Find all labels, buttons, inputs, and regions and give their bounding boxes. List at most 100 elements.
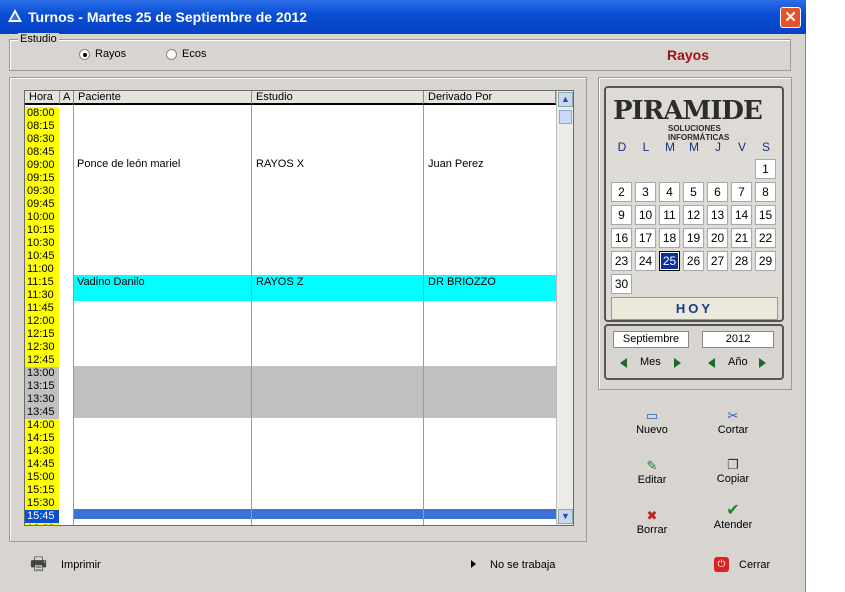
- hour-cell[interactable]: 14:45: [25, 458, 59, 471]
- header-a[interactable]: A: [60, 91, 74, 105]
- attended-cell[interactable]: [59, 445, 73, 458]
- calendar-day[interactable]: 23: [611, 251, 632, 271]
- scroll-up-icon[interactable]: ▲: [558, 92, 573, 107]
- attended-cell[interactable]: [59, 146, 73, 159]
- calendar-day[interactable]: 3: [635, 182, 656, 202]
- appointment-derivado[interactable]: DR BRIOZZO: [428, 276, 496, 288]
- next-year-icon[interactable]: [759, 358, 766, 368]
- hour-cell[interactable]: 12:30: [25, 341, 59, 354]
- hour-cell[interactable]: 10:45: [25, 250, 59, 263]
- cerrar-button[interactable]: Cerrar: [739, 559, 770, 571]
- calendar-day[interactable]: 25: [659, 251, 680, 271]
- hour-cell[interactable]: 15:45: [25, 510, 59, 523]
- attended-cell[interactable]: [59, 510, 73, 523]
- attended-cell[interactable]: [59, 289, 73, 302]
- hour-cell[interactable]: 09:45: [25, 198, 59, 211]
- appointment-estudio[interactable]: RAYOS Z: [256, 276, 303, 288]
- calendar-day[interactable]: 21: [731, 228, 752, 248]
- hour-cell[interactable]: 11:30: [25, 289, 59, 302]
- close-button[interactable]: ✕: [780, 7, 801, 28]
- scroll-down-icon[interactable]: ▼: [558, 509, 573, 524]
- hour-cell[interactable]: 10:30: [25, 237, 59, 250]
- attended-cell[interactable]: [59, 224, 73, 237]
- hour-cell[interactable]: 12:45: [25, 354, 59, 367]
- attended-cell[interactable]: [59, 367, 73, 380]
- attended-cell[interactable]: [59, 250, 73, 263]
- header-derivado[interactable]: Derivado Por: [424, 91, 556, 105]
- attended-cell[interactable]: [59, 432, 73, 445]
- cortar-button[interactable]: ✂ Cortar: [703, 409, 763, 437]
- radio-ecos[interactable]: Ecos: [166, 48, 206, 60]
- attended-cell[interactable]: [59, 523, 73, 525]
- month-field[interactable]: Septiembre: [613, 331, 689, 348]
- calendar-day[interactable]: 28: [731, 251, 752, 271]
- calendar-day[interactable]: 26: [683, 251, 704, 271]
- calendar-day[interactable]: 17: [635, 228, 656, 248]
- calendar-day[interactable]: 12: [683, 205, 704, 225]
- calendar-day[interactable]: 11: [659, 205, 680, 225]
- attended-cell[interactable]: [59, 198, 73, 211]
- hoy-button[interactable]: HOY: [611, 297, 778, 320]
- hour-cell[interactable]: 08:45: [25, 146, 59, 159]
- hour-cell[interactable]: 11:00: [25, 263, 59, 276]
- atender-button[interactable]: ✔ Atender: [703, 503, 763, 532]
- calendar-day[interactable]: 30: [611, 274, 632, 294]
- calendar-day[interactable]: 6: [707, 182, 728, 202]
- attended-cell[interactable]: [59, 120, 73, 133]
- next-month-icon[interactable]: [674, 358, 681, 368]
- calendar-day[interactable]: 5: [683, 182, 704, 202]
- calendar-day[interactable]: 15: [755, 205, 776, 225]
- hour-cell[interactable]: 14:00: [25, 419, 59, 432]
- calendar-day[interactable]: 8: [755, 182, 776, 202]
- nuevo-button[interactable]: ▭ Nuevo: [622, 409, 682, 437]
- hour-cell[interactable]: 13:00: [25, 367, 59, 380]
- hour-cell[interactable]: 09:00: [25, 159, 59, 172]
- calendar-day[interactable]: 16: [611, 228, 632, 248]
- calendar-day[interactable]: 19: [683, 228, 704, 248]
- appointment-paciente[interactable]: Ponce de león mariel: [77, 158, 180, 170]
- attended-cell[interactable]: [59, 406, 73, 419]
- hour-cell[interactable]: 12:00: [25, 315, 59, 328]
- hour-cell[interactable]: 08:30: [25, 133, 59, 146]
- calendar-day[interactable]: 2: [611, 182, 632, 202]
- hour-cell[interactable]: 08:00: [25, 107, 59, 120]
- calendar-day[interactable]: 7: [731, 182, 752, 202]
- calendar-day[interactable]: 9: [611, 205, 632, 225]
- attended-cell[interactable]: [59, 484, 73, 497]
- radio-rayos[interactable]: Rayos: [79, 48, 126, 60]
- hour-cell[interactable]: 16:00: [25, 523, 59, 525]
- attended-cell[interactable]: [59, 458, 73, 471]
- attended-cell[interactable]: [59, 302, 73, 315]
- hour-cell[interactable]: 11:15: [25, 276, 59, 289]
- attended-cell[interactable]: [59, 328, 73, 341]
- grid-scrollbar[interactable]: ▲ ▼: [556, 91, 573, 525]
- hour-cell[interactable]: 10:15: [25, 224, 59, 237]
- calendar-day[interactable]: 20: [707, 228, 728, 248]
- hour-cell[interactable]: 08:15: [25, 120, 59, 133]
- header-hora[interactable]: Hora: [25, 91, 60, 105]
- hour-cell[interactable]: 15:15: [25, 484, 59, 497]
- hour-cell[interactable]: 14:15: [25, 432, 59, 445]
- attended-cell[interactable]: [59, 354, 73, 367]
- calendar-day[interactable]: 14: [731, 205, 752, 225]
- hour-cell[interactable]: 14:30: [25, 445, 59, 458]
- calendar-day[interactable]: 29: [755, 251, 776, 271]
- calendar-day[interactable]: 1: [755, 159, 776, 179]
- attended-cell[interactable]: [59, 419, 73, 432]
- year-field[interactable]: 2012: [702, 331, 774, 348]
- calendar-day[interactable]: 24: [635, 251, 656, 271]
- calendar-day[interactable]: 10: [635, 205, 656, 225]
- hour-cell[interactable]: 13:45: [25, 406, 59, 419]
- printer-icon[interactable]: 🖶: [30, 552, 47, 582]
- header-paciente[interactable]: Paciente: [74, 91, 252, 105]
- hour-cell[interactable]: 15:30: [25, 497, 59, 510]
- no-se-trabaja-label[interactable]: No se trabaja: [490, 559, 555, 571]
- header-estudio[interactable]: Estudio: [252, 91, 424, 105]
- attended-cell[interactable]: [59, 172, 73, 185]
- hour-cell[interactable]: 15:00: [25, 471, 59, 484]
- calendar-day[interactable]: 4: [659, 182, 680, 202]
- attended-cell[interactable]: [59, 159, 73, 172]
- attended-cell[interactable]: [59, 185, 73, 198]
- hour-cell[interactable]: 09:30: [25, 185, 59, 198]
- attended-cell[interactable]: [59, 133, 73, 146]
